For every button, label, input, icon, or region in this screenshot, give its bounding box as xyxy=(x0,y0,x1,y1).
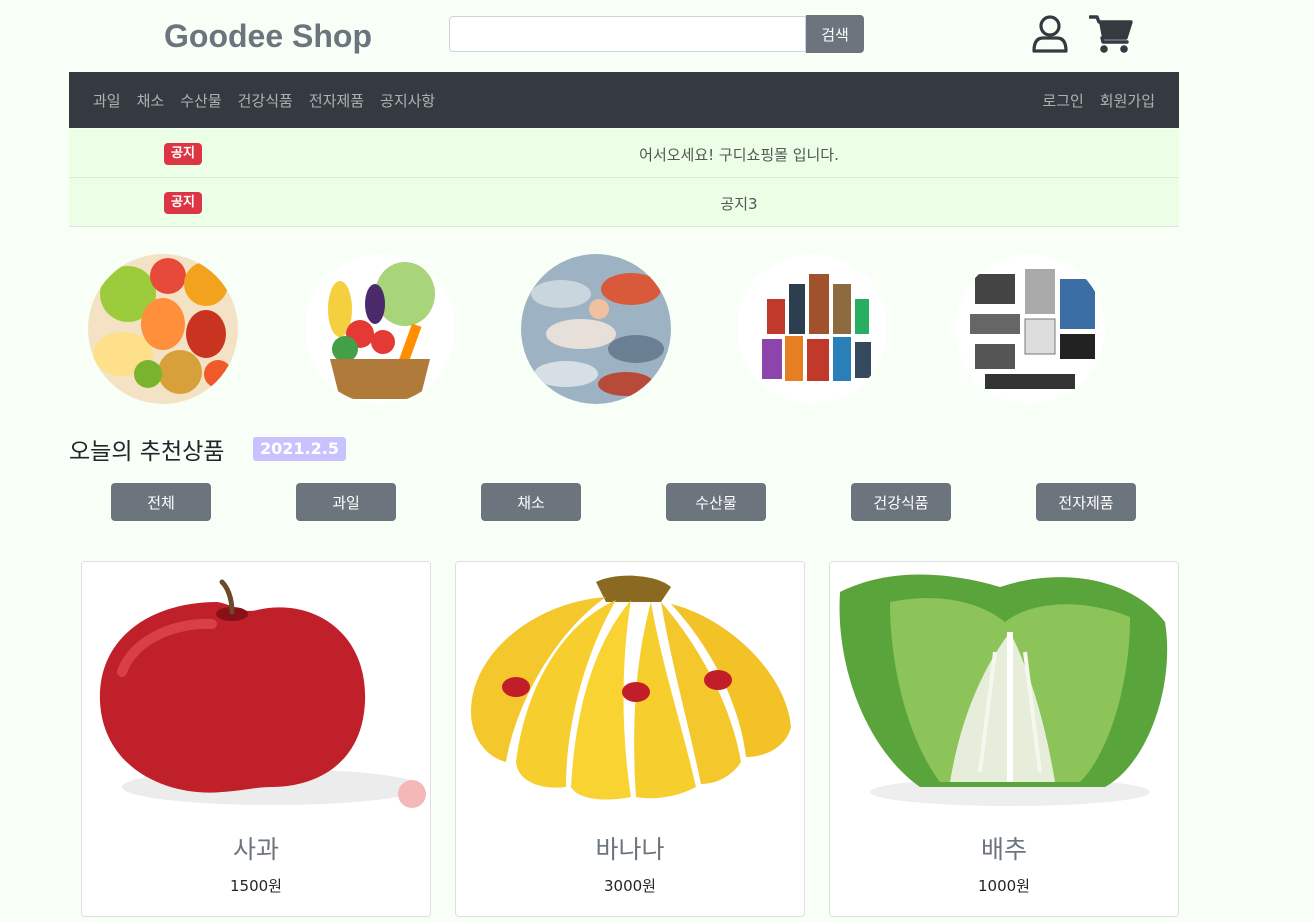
filter-health-food-button[interactable]: 건강식품 xyxy=(851,483,951,521)
filter-all-button[interactable]: 전체 xyxy=(111,483,211,521)
notice-text[interactable]: 공지3 xyxy=(69,193,1179,214)
product-name[interactable]: 배추 xyxy=(830,830,1178,866)
search-input[interactable] xyxy=(449,16,806,52)
category-fruit-image[interactable] xyxy=(88,254,238,404)
notice-row[interactable]: 공지 어서오세요! 구디쇼핑몰 입니다. xyxy=(69,129,1179,178)
filter-vegetable-button[interactable]: 채소 xyxy=(481,483,581,521)
nav-item-notice[interactable]: 공지사항 xyxy=(372,90,443,111)
category-vegetable-image[interactable] xyxy=(305,254,455,404)
category-electronics-image[interactable] xyxy=(955,254,1105,404)
product-image-apple[interactable] xyxy=(82,562,430,814)
filter-electronics-button[interactable]: 전자제품 xyxy=(1036,483,1136,521)
product-name[interactable]: 바나나 xyxy=(456,830,804,866)
site-logo[interactable]: Goodee Shop xyxy=(164,18,372,55)
category-seafood-image[interactable] xyxy=(521,254,671,404)
recommend-title: 오늘의 추천상품 xyxy=(69,439,225,465)
product-price: 1500원 xyxy=(230,877,282,895)
main-navbar: 과일 채소 수산물 건강식품 전자제품 공지사항 로그인 회원가입 xyxy=(69,72,1179,128)
product-price: 3000원 xyxy=(604,877,656,895)
notice-row[interactable]: 공지 공지3 xyxy=(69,178,1179,227)
nav-item-vegetable[interactable]: 채소 xyxy=(129,90,173,111)
product-image-banana[interactable] xyxy=(456,562,804,814)
product-card[interactable]: 사과 1500원 xyxy=(81,561,431,917)
nav-item-health-food[interactable]: 건강식품 xyxy=(230,90,301,111)
filter-seafood-button[interactable]: 수산물 xyxy=(666,483,766,521)
nav-item-seafood[interactable]: 수산물 xyxy=(172,90,229,111)
product-image-cabbage[interactable] xyxy=(830,562,1178,814)
user-icon[interactable] xyxy=(1031,14,1069,54)
product-price: 1000원 xyxy=(978,877,1030,895)
product-card[interactable]: 배추 1000원 xyxy=(829,561,1179,917)
search-button[interactable]: 검색 xyxy=(806,15,864,53)
filter-fruit-button[interactable]: 과일 xyxy=(296,483,396,521)
nav-categories: 과일 채소 수산물 건강식품 전자제품 공지사항 xyxy=(85,72,443,128)
nav-item-electronics[interactable]: 전자제품 xyxy=(301,90,372,111)
recommend-date-badge: 2021.2.5 xyxy=(253,437,346,461)
cart-icon[interactable] xyxy=(1089,14,1133,54)
product-card[interactable]: 바나나 3000원 xyxy=(455,561,805,917)
notice-text[interactable]: 어서오세요! 구디쇼핑몰 입니다. xyxy=(69,144,1179,165)
nav-account: 로그인 회원가입 xyxy=(1034,72,1163,128)
search-bar: 검색 xyxy=(449,15,864,53)
signup-link[interactable]: 회원가입 xyxy=(1092,90,1163,111)
category-health-food-image[interactable] xyxy=(737,254,887,404)
product-name[interactable]: 사과 xyxy=(82,830,430,866)
login-link[interactable]: 로그인 xyxy=(1034,90,1091,111)
nav-item-fruit[interactable]: 과일 xyxy=(85,90,129,111)
